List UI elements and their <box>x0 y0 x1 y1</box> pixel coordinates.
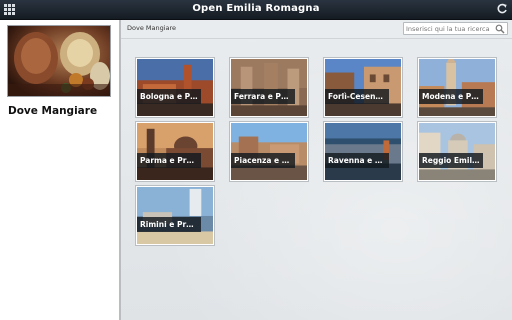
city-photo <box>325 123 401 180</box>
tile-label: Parma e Provincia <box>137 153 201 168</box>
tile-label: Rimini e Provincia <box>137 217 201 232</box>
search-box[interactable] <box>403 22 508 35</box>
tile-label: Bologna e Provincia <box>137 89 201 104</box>
city-tile-reggio-emilia[interactable]: Reggio Emilia e Provincia <box>418 122 496 181</box>
city-photo <box>231 123 307 180</box>
category-title: Dove Mangiare <box>8 105 98 117</box>
app-title: Open Emilia Romagna <box>192 3 320 14</box>
breadcrumb-bar: Dove Mangiare <box>121 20 512 39</box>
city-tile-ferrara[interactable]: Ferrara e Provincia <box>230 58 308 117</box>
main-content: Dove Mangiare Bologna e Provincia <box>121 20 512 320</box>
city-photo <box>419 59 495 116</box>
sidebar: Dove Mangiare <box>0 20 121 320</box>
tile-label: Forlì-Cesena e Provincia <box>325 89 389 104</box>
city-photo <box>325 59 401 116</box>
search-icon[interactable] <box>495 24 505 34</box>
tile-label: Ravenna e Provincia <box>325 153 389 168</box>
city-photo <box>231 59 307 116</box>
tile-label: Reggio Emilia e Provincia <box>419 153 483 168</box>
tile-label: Ferrara e Provincia <box>231 89 295 104</box>
top-bar: Open Emilia Romagna <box>0 0 512 20</box>
city-tile-modena[interactable]: Modena e Provincia <box>418 58 496 117</box>
city-tile-piacenza[interactable]: Piacenza e Provincia <box>230 122 308 181</box>
tile-label: Piacenza e Provincia <box>231 153 295 168</box>
refresh-icon[interactable] <box>496 3 508 15</box>
breadcrumb[interactable]: Dove Mangiare <box>127 24 176 32</box>
city-photo <box>137 59 213 116</box>
tile-label: Modena e Provincia <box>419 89 483 104</box>
search-input[interactable] <box>406 23 492 34</box>
city-tile-forli-cesena[interactable]: Forlì-Cesena e Provincia <box>324 58 402 117</box>
city-tile-rimini[interactable]: Rimini e Provincia <box>136 186 214 245</box>
category-image[interactable] <box>7 25 111 97</box>
city-photo <box>419 123 495 180</box>
city-tile-bologna[interactable]: Bologna e Provincia <box>136 58 214 117</box>
city-photo <box>137 123 213 180</box>
city-photo <box>137 187 213 244</box>
city-tile-ravenna[interactable]: Ravenna e Provincia <box>324 122 402 181</box>
city-tile-parma[interactable]: Parma e Provincia <box>136 122 214 181</box>
